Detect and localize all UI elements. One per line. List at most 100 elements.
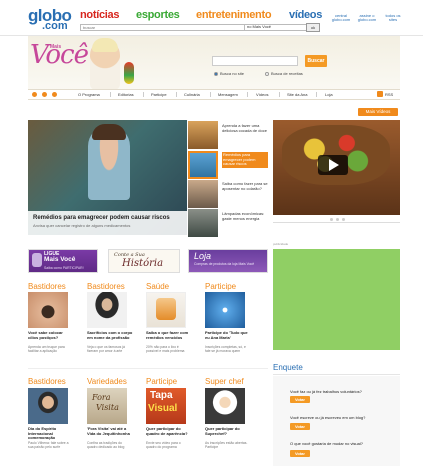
poll-question-1: Você faz ou já fez trabalhos voluntários… [290,389,362,394]
menu-divider [110,92,111,97]
banner-ligue-main: Mais Você [44,256,76,263]
poll-divider [273,374,400,375]
menu-item-mensagem[interactable]: Mensagem [218,92,238,97]
card-image-sacrificios[interactable] [87,292,127,328]
card-title[interactable]: Quer participar do quadro de aparência? [146,426,192,436]
card-visita-text: Visita [96,403,119,412]
globo-search-scope-select[interactable]: no Mais Você [244,24,304,31]
card-title[interactable]: 'Fora Visita' vai até a Vida do Jequitin… [87,426,133,436]
menu-item-programa[interactable]: O Programa [78,92,100,97]
card-title[interactable]: Sacrifícios com o corpo em nome da profi… [87,330,133,340]
rss-icon[interactable] [377,91,383,97]
banner-historia-b: História [122,258,164,269]
rss-label[interactable]: RSS [385,92,393,97]
nav-esportes[interactable]: esportes [136,9,180,21]
menu-divider [316,92,317,97]
row-divider [28,368,268,369]
site-search-button[interactable]: Buscar [305,55,327,67]
link-assine[interactable]: assine o globo.com [356,13,378,23]
host-hair [92,38,118,52]
section-bastidores[interactable]: Bastidores [28,282,66,291]
featured-title[interactable]: Remédios para emagrecer podem causar ris… [33,215,170,222]
thumb-caption[interactable]: Lâmpadas econômicas: gaste menos energia [222,211,268,221]
link-central[interactable]: central globo.com [330,13,352,23]
thumb-caption[interactable]: Saiba como fazer para se aposentar no co… [222,181,268,191]
card-image-participe[interactable] [205,292,245,328]
section-participe[interactable]: Participe [205,282,236,291]
globo-search-ok-button[interactable]: ok [306,23,320,32]
card-title[interactable]: Você sabe colocar cílios postiços? [28,330,74,340]
card-subtitle: Aprenda um truque para facilitar a aplic… [28,345,65,353]
card-subtitle: As inscrições estão abertas. Participe [205,441,248,449]
pager-dot-icon[interactable] [336,218,339,221]
menu-divider [279,92,280,97]
menu-item-loja[interactable]: Loja [325,92,333,97]
parrot-mascot [124,62,134,84]
radio-search-recipes[interactable]: Busca de receitas [265,71,303,76]
thumb-aposentar[interactable] [188,180,218,208]
section-bastidores-3[interactable]: Bastidores [28,377,66,386]
thumb-lampadas[interactable] [188,209,218,237]
nav-entretenimento[interactable]: entretenimento [196,9,272,21]
card-subtitle: Inscrições completas, só, e fale se já m… [205,345,246,353]
thumb-selected-border [188,151,218,179]
advertisement-box[interactable] [273,249,400,350]
banner-loja-main: Loja [194,251,212,261]
menu-divider [176,92,177,97]
pager-dot-icon[interactable] [330,218,333,221]
radio-dot-icon [214,72,218,76]
site-search-input[interactable] [212,56,298,66]
menu-item-culinaria[interactable]: Culinária [184,92,200,97]
card-title[interactable]: Participe do 'Tudo que eu Ana Maria' [205,330,251,340]
nav-videos[interactable]: vídeos [289,9,322,21]
card-title[interactable]: Quer participar do Superchef? [205,426,251,436]
section-participe-2[interactable]: Participe [146,377,177,386]
poll-question-3: O que você gostaria de mudar no visual? [290,441,363,446]
banner-ligue-sub: Saiba como PARTICIPAR! [44,266,84,270]
radio-search-site[interactable]: Busca no site [214,71,244,76]
link-todos-sites[interactable]: todos os sites [382,13,404,23]
thumb-cocada[interactable] [188,121,218,149]
menu-dot-icon [42,92,47,97]
mais-voce-logo[interactable]: Você [30,42,89,68]
menu-divider [143,92,144,97]
doctor-hair [92,124,126,140]
menu-dot-icon [52,92,57,97]
thumb-caption-selected[interactable]: Remédios para emagrecer podem causar ris… [222,152,268,168]
card-fora-text: Fora [92,393,111,402]
card-subtitle: 20% não para o lixo é possível e mais pr… [146,345,185,353]
pager-dot-icon[interactable] [342,218,345,221]
card-title[interactable]: Dia do Espírito Internacional comemoraçã… [28,426,74,441]
thumb-caption[interactable]: Aprenda a fazer uma deliciosa cocada de … [222,123,268,133]
card-image-superchef[interactable] [205,388,245,424]
play-icon [329,159,339,171]
poll-vote-button-3[interactable]: Votar [290,450,310,457]
section-variedades[interactable]: Variedades [87,377,127,386]
menu-item-site-da-ana[interactable]: Site da Ana [287,92,307,97]
menu-divider [247,92,248,97]
section-bastidores-2[interactable]: Bastidores [87,282,125,291]
nav-noticias[interactable]: notícias [80,9,119,21]
card-title[interactable]: Saiba o que fazer com remédios vencidos [146,330,192,340]
card-image-cilios[interactable] [28,292,68,328]
section-saude[interactable]: Saúde [146,282,169,291]
section-super-chef[interactable]: Super chef [205,377,244,386]
card-subtitle: Envie seu vídeo para o quadro do program… [146,441,181,449]
menu-item-videos[interactable]: Vídeos [256,92,268,97]
card-image-espirito[interactable] [28,388,68,424]
globo-logo-com[interactable]: .com [42,21,68,32]
card-subtitle: Paulo Vilhena: fale sobre a sua paixão p… [28,441,69,449]
radio-dot-icon [265,72,269,76]
more-videos-button[interactable]: Mais Vídeos [358,108,398,116]
menu-dot-icon [32,92,37,97]
pill-bottle-icon [156,298,176,320]
poll-question-2: Você escreve ou já escreveu em um blog? [290,415,366,420]
menu-item-participe[interactable]: Participe [151,92,167,97]
menu-item-editorias[interactable]: Editorias [118,92,134,97]
card-subtitle: Confira as tradições do quadro dedicado … [87,441,125,449]
card-subtitle: Veja o que os famosos já fizeram por amo… [87,345,125,353]
card-visual-text: Visual [148,403,178,414]
ad-label: publicidade [273,242,289,246]
poll-vote-button-2[interactable]: Votar [290,423,310,430]
poll-vote-button-1[interactable]: Votar [290,396,310,403]
